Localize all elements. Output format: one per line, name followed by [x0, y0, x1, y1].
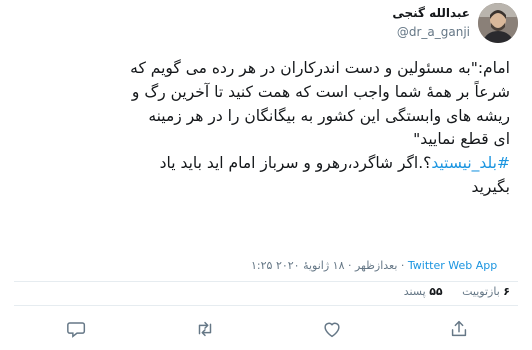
tweet-date[interactable]: ۱۸ ژانویهٔ ۲۰۲۰ — [276, 259, 345, 272]
meta-separator-2: · — [400, 259, 405, 272]
divider-bottom — [14, 305, 518, 306]
author-handle[interactable]: @dr_a_ganji — [397, 25, 470, 39]
tweet-line-4: ای قطع نمایید" — [413, 130, 510, 149]
like-stat[interactable]: ۵۵ پسند — [404, 285, 443, 298]
tweet-line-2: شرعاً بر همهٔ شما واجب است که همت کنید ت… — [131, 82, 510, 101]
tweet-line-1: امام:"به مسئولین و دست اندرکاران در هر ر… — [130, 59, 510, 77]
like-label: پسند — [403, 285, 426, 298]
avatar[interactable] — [478, 3, 518, 43]
tweet-line-5: ؟.اگر شاگرد،رهرو و سرباز امام اید باید ی… — [159, 154, 432, 173]
like-icon[interactable] — [321, 318, 343, 340]
tweet-actions — [0, 314, 532, 342]
tweet-line-3: ریشه های وابستگی این کشور به بیگانگان را… — [148, 106, 510, 125]
retweet-count: ۶ — [503, 285, 510, 298]
tweet-line-6: بگیرید — [471, 177, 510, 196]
retweet-stat[interactable]: ۶ بازتوییت — [462, 285, 510, 298]
retweet-icon[interactable] — [194, 318, 216, 340]
like-count: ۵۵ — [429, 285, 443, 298]
tweet-stats: ۶ بازتوییت ۵۵ پسند — [388, 285, 510, 298]
meta-separator: · — [347, 259, 352, 272]
author-display-name[interactable]: عبدالله گنجی — [392, 6, 470, 20]
tweet-source-link[interactable]: Twitter Web App — [408, 259, 497, 272]
retweet-label: بازتوییت — [462, 285, 500, 298]
reply-icon[interactable] — [66, 318, 88, 340]
hashtag-link[interactable]: #بلد_نیستید — [431, 154, 510, 172]
tweet-meta: ۱:۲۵ بعدازظهر · ۱۸ ژانویهٔ ۲۰۲۰ · Twitte… — [251, 259, 497, 272]
tweet-card: عبدالله گنجی @dr_a_ganji امام:"به مسئولی… — [0, 0, 532, 350]
tweet-text: امام:"به مسئولین و دست اندرکاران در هر ر… — [22, 57, 510, 200]
share-icon[interactable] — [448, 318, 470, 340]
divider-top — [14, 281, 518, 282]
